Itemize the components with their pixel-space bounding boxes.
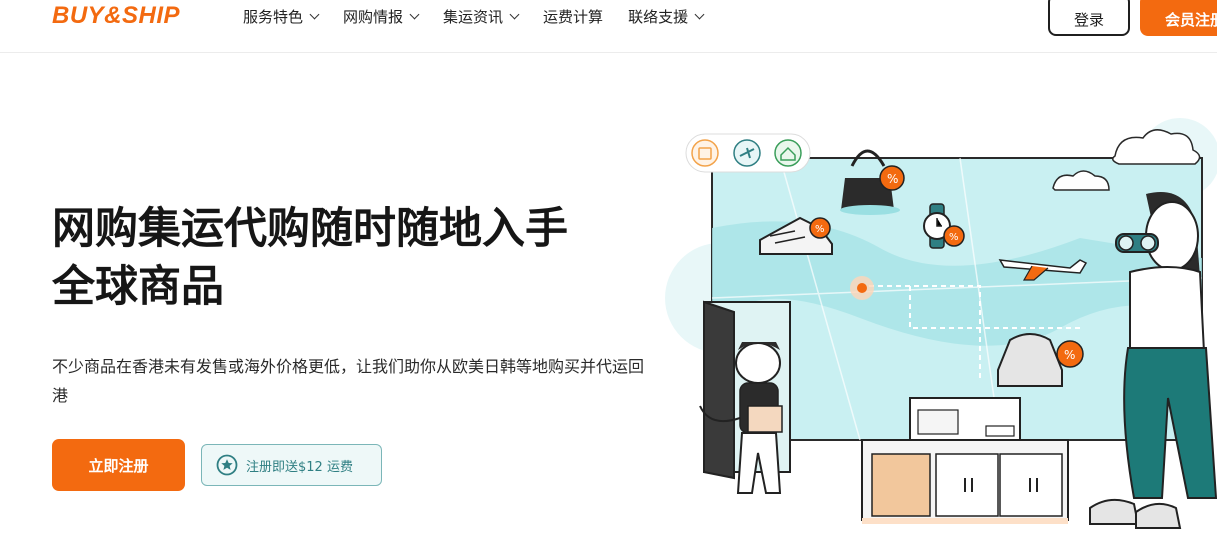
hero-illustration: % % % %	[665, 118, 1217, 529]
chevron-down-icon	[694, 9, 705, 20]
hero-title-line-1: 网购集运代购随时随地入手	[52, 204, 568, 254]
nav-item-contact-support[interactable]: 联络支援	[628, 6, 705, 27]
nav-item-shopping-news[interactable]: 网购情报	[343, 6, 420, 27]
shopping-bag-icon	[691, 139, 719, 167]
register-now-button[interactable]: 立即注册	[52, 439, 185, 491]
star-icon	[216, 454, 238, 476]
svg-text:%: %	[815, 224, 825, 235]
brand-logo[interactable]: BUY&SHIP	[52, 2, 180, 30]
chevron-down-icon	[409, 9, 420, 20]
login-button[interactable]: 登录	[1048, 0, 1130, 36]
nav-item-label: 服务特色	[243, 8, 304, 26]
nav-item-label: 网购情报	[343, 8, 404, 26]
chevron-down-icon	[509, 9, 520, 20]
member-signup-button[interactable]: 会员注册	[1140, 0, 1217, 36]
svg-text:%: %	[949, 232, 959, 243]
hero-description: 不少商品在香港未有发售或海外价格更低，让我们助你从欧美日韩等地购买并代运回港	[52, 357, 645, 405]
svg-text:%: %	[1064, 348, 1075, 362]
hero-title: 网购集运代购随时随地入手 全球商品	[52, 200, 652, 316]
chevron-down-icon	[309, 9, 320, 20]
cat-mascot-with-door	[699, 300, 791, 494]
promo-label: 注册即送$12 运费	[246, 459, 353, 475]
nav-item-service-features[interactable]: 服务特色	[243, 6, 320, 27]
nav-item-label: 联络支援	[628, 8, 689, 26]
nav-item-shipping-calculator[interactable]: 运费计算	[543, 6, 603, 27]
nav-item-shipping-info[interactable]: 集运资讯	[443, 6, 520, 27]
main-nav: 服务特色 网购情报 集运资讯 运费计算 联络支援	[243, 6, 728, 27]
top-navigation-bar: BUY&SHIP 服务特色 网购情报 集运资讯 运费计算 联络支援 登录 会员注…	[0, 0, 1217, 53]
svg-text:%: %	[887, 172, 898, 186]
home-icon	[774, 139, 802, 167]
hero-title-line-2: 全球商品	[52, 262, 224, 312]
nav-item-label: 运费计算	[543, 8, 604, 26]
nav-item-label: 集运资讯	[443, 8, 504, 26]
signup-promo-button[interactable]: 注册即送$12 运费	[201, 444, 382, 486]
